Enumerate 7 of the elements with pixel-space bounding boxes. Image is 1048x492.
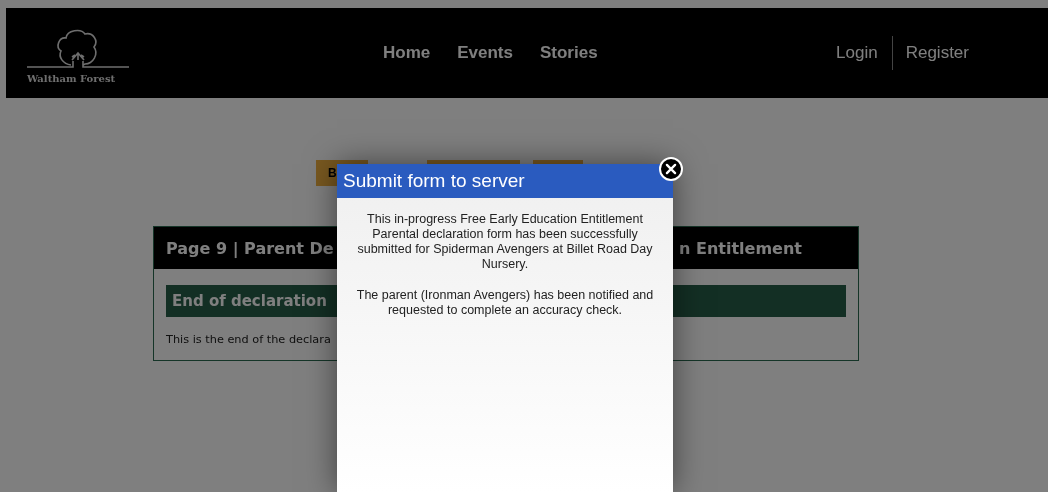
card-title: Page 9 | Parent De [166,238,334,258]
modal-message: The parent (Ironman Avengers) has been notified and requested to complete an accuracy check. [355,288,655,318]
card-title: n Entitlement [679,238,802,258]
modal-message: This in-progress Free Early Education Entitlement Parental declaration form has been successfully submitted for Spiderman Avengers at Billet Road Day Nursery. [356,212,654,272]
logo-text: Waltham Forest [27,72,116,84]
modal-title: Submit form to server [337,164,673,198]
card-text: This is the end of the declara [166,333,332,346]
